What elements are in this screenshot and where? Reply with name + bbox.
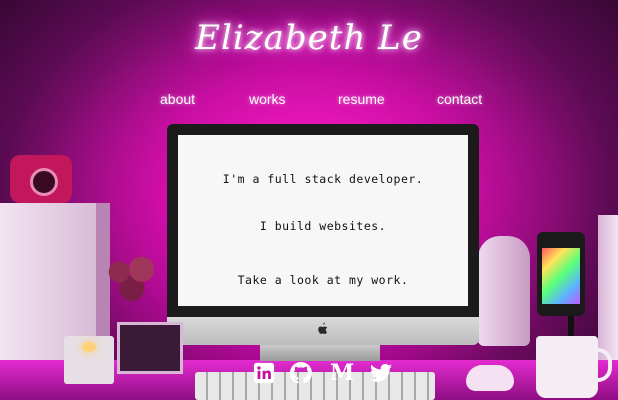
monitor-stand — [260, 345, 380, 361]
medium-icon[interactable]: M — [329, 360, 355, 386]
flower-vase — [100, 250, 164, 305]
nav-about[interactable]: about — [160, 91, 195, 107]
right-shelf — [598, 215, 618, 365]
mug — [536, 336, 612, 398]
nav-resume[interactable]: resume — [338, 91, 385, 107]
monitor-chin — [167, 317, 479, 345]
photo-frame — [117, 322, 183, 374]
instant-camera — [10, 155, 72, 203]
intro-line-3: Take a look at my work. — [237, 273, 409, 287]
mouse — [466, 365, 514, 391]
phone-screen — [542, 248, 580, 304]
monitor: I'm a full stack developer. I build webs… — [167, 124, 479, 345]
intro-line-1: I'm a full stack developer. — [222, 172, 424, 186]
social-links: M — [251, 360, 401, 388]
monitor-screen: I'm a full stack developer. I build webs… — [178, 135, 468, 306]
hand-statue — [478, 236, 530, 346]
twitter-icon[interactable] — [368, 360, 394, 386]
github-icon[interactable] — [288, 360, 314, 386]
intro-line-2: I build websites. — [259, 219, 387, 233]
nav-works[interactable]: works — [249, 91, 286, 107]
phone — [537, 232, 585, 316]
nav-contact[interactable]: contact — [437, 91, 482, 107]
linkedin-icon[interactable] — [251, 360, 277, 386]
site-title: Elizabeth Le — [195, 18, 423, 58]
candle — [64, 336, 114, 384]
main-nav: about works resume contact — [0, 91, 618, 111]
apple-logo-icon — [318, 322, 328, 334]
